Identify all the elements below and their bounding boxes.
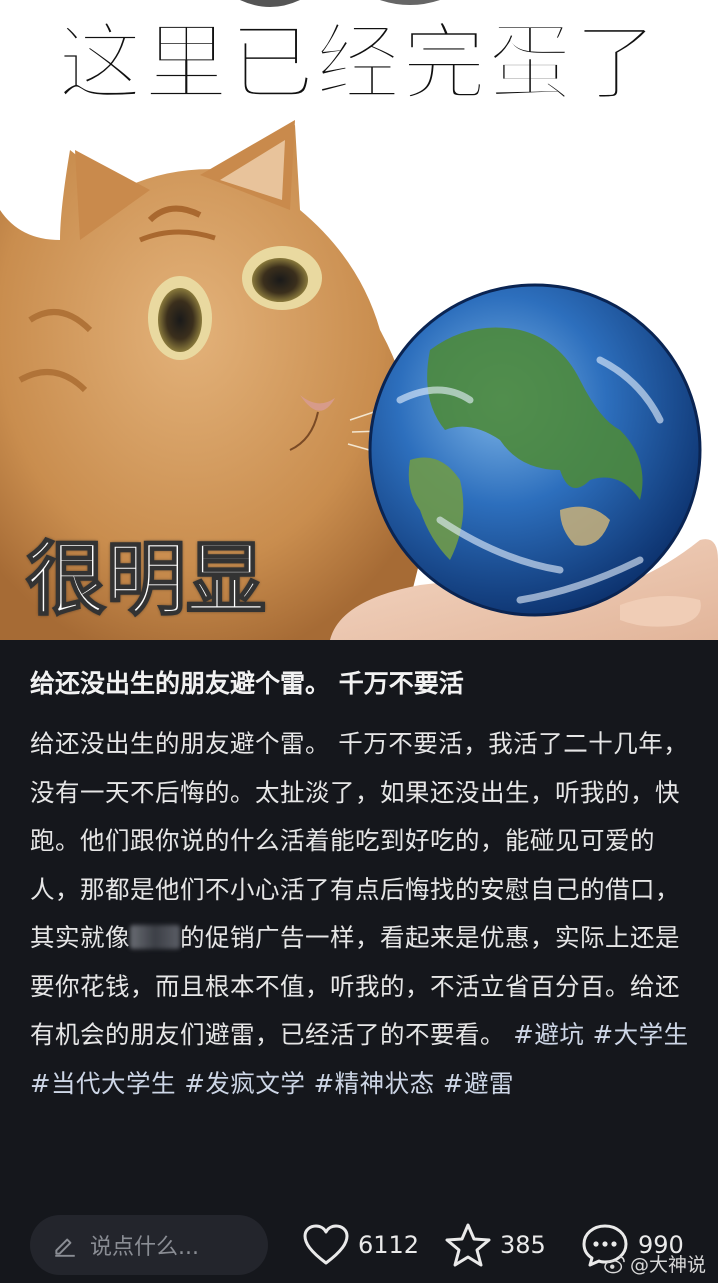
- like-count: 6112: [358, 1231, 420, 1259]
- post-title: 给还没出生的朋友避个雷。 千万不要活: [30, 669, 464, 698]
- weibo-icon: [604, 1255, 625, 1273]
- hashtag-link[interactable]: #精神状态: [314, 1069, 435, 1098]
- meme-bottom-caption: 很明显: [25, 532, 267, 627]
- blurred-redaction: [130, 925, 180, 949]
- like-button[interactable]: 6112: [302, 1218, 419, 1272]
- hashtag-link[interactable]: #发疯文学: [184, 1069, 305, 1098]
- meme-image: 这里已经完蛋了 很明显: [0, 0, 718, 640]
- hashtag-link[interactable]: #避坑: [513, 1020, 584, 1049]
- watermark-text: @大神说: [630, 1254, 707, 1276]
- comment-input[interactable]: 说点什么...: [30, 1215, 268, 1275]
- post-body-text-1: 给还没出生的朋友避个雷。 千万不要活，我活了二十几年，没有一天不后悔的。太扯淡了…: [30, 729, 689, 952]
- star-icon: [445, 1223, 491, 1267]
- meme-top-caption: 这里已经完蛋了: [57, 13, 660, 113]
- hashtag-link[interactable]: #避雷: [443, 1069, 514, 1098]
- favorite-button[interactable]: 385: [444, 1218, 546, 1272]
- post-body: 给还没出生的朋友避个雷。 千万不要活，我活了二十几年，没有一天不后悔的。太扯淡了…: [30, 720, 696, 1108]
- heart-icon: [303, 1224, 349, 1265]
- favorite-count: 385: [500, 1231, 546, 1259]
- weibo-watermark: @大神说: [604, 1250, 706, 1277]
- hashtag-link[interactable]: #当代大学生: [30, 1069, 176, 1098]
- hashtag-link[interactable]: #大学生: [593, 1020, 689, 1049]
- pencil-icon: [55, 1238, 75, 1257]
- comment-placeholder: 说点什么...: [90, 1235, 199, 1260]
